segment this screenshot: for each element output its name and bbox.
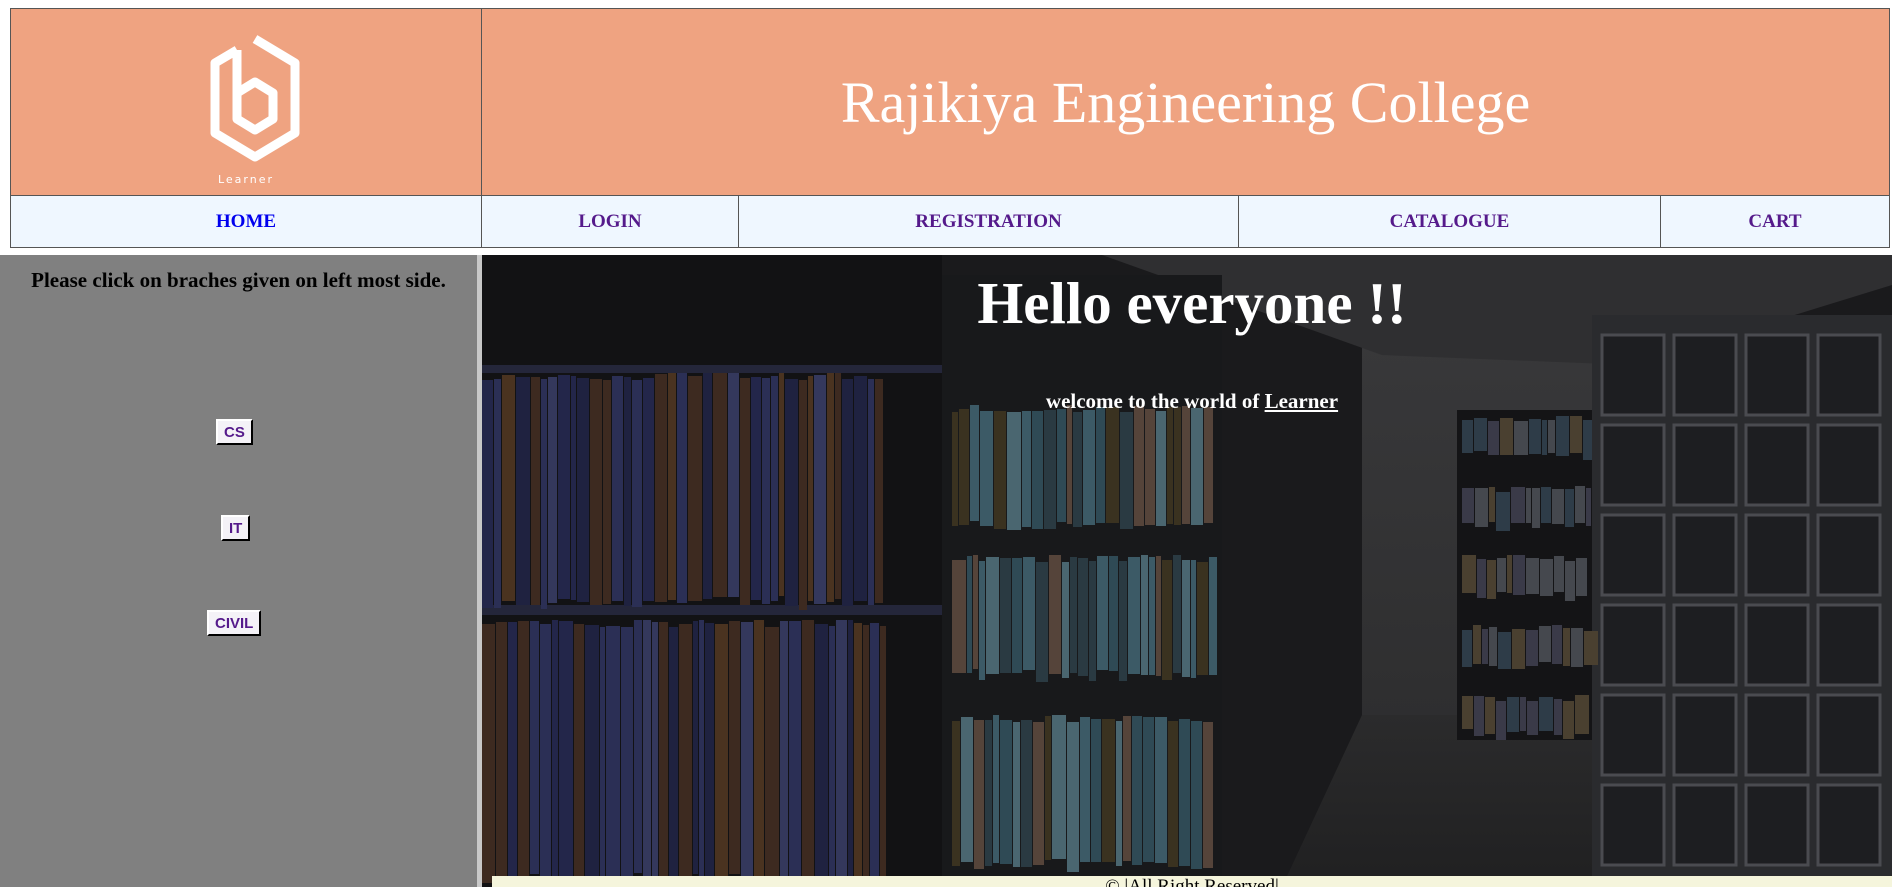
hero-section: Hello everyone !! welcome to the world o… — [482, 255, 1892, 887]
nav-cell-registration: REGISTRATION — [739, 196, 1239, 247]
nav-link-login[interactable]: LOGIN — [578, 211, 641, 233]
footer: © |All Right Reserved| — [492, 876, 1892, 887]
hero-heading: Hello everyone !! — [977, 270, 1407, 336]
logo-text: Learner — [217, 173, 275, 186]
welcome-text: welcome to the world of — [1045, 389, 1265, 413]
branch-sidebar: Please click on braches given on left mo… — [0, 255, 477, 887]
learner-link[interactable]: Learner — [1265, 389, 1338, 413]
nav-link-catalogue[interactable]: CATALOGUE — [1390, 211, 1510, 233]
branch-button-it[interactable]: IT — [221, 515, 251, 541]
welcome-line: welcome to the world of Learner — [482, 389, 1892, 414]
site-title: Rajikiya Engineering College — [840, 69, 1531, 135]
title-cell: Rajikiya Engineering College — [482, 9, 1889, 196]
nav-cell-cart: CART — [1661, 196, 1889, 247]
logo-cell: Learner — [11, 9, 482, 196]
site-header: Learner Rajikiya Engineering College HOM… — [10, 8, 1890, 248]
sidebar-instruction: Please click on braches given on left mo… — [31, 268, 446, 292]
nav-link-registration[interactable]: REGISTRATION — [915, 211, 1061, 233]
nav-cell-catalogue: CATALOGUE — [1239, 196, 1661, 247]
nav-cell-home: HOME — [11, 196, 482, 247]
library-bookshelves-photo — [482, 255, 1892, 887]
nav-link-home[interactable]: HOME — [216, 211, 276, 233]
nav-link-cart[interactable]: CART — [1748, 211, 1801, 233]
branch-button-cs[interactable]: CS — [216, 419, 253, 445]
main-nav: HOME LOGIN REGISTRATION CATALOGUE CART — [11, 196, 1889, 247]
learner-logo-icon[interactable] — [207, 33, 303, 169]
nav-cell-login: LOGIN — [482, 196, 739, 247]
branch-button-civil[interactable]: CIVIL — [207, 610, 262, 636]
